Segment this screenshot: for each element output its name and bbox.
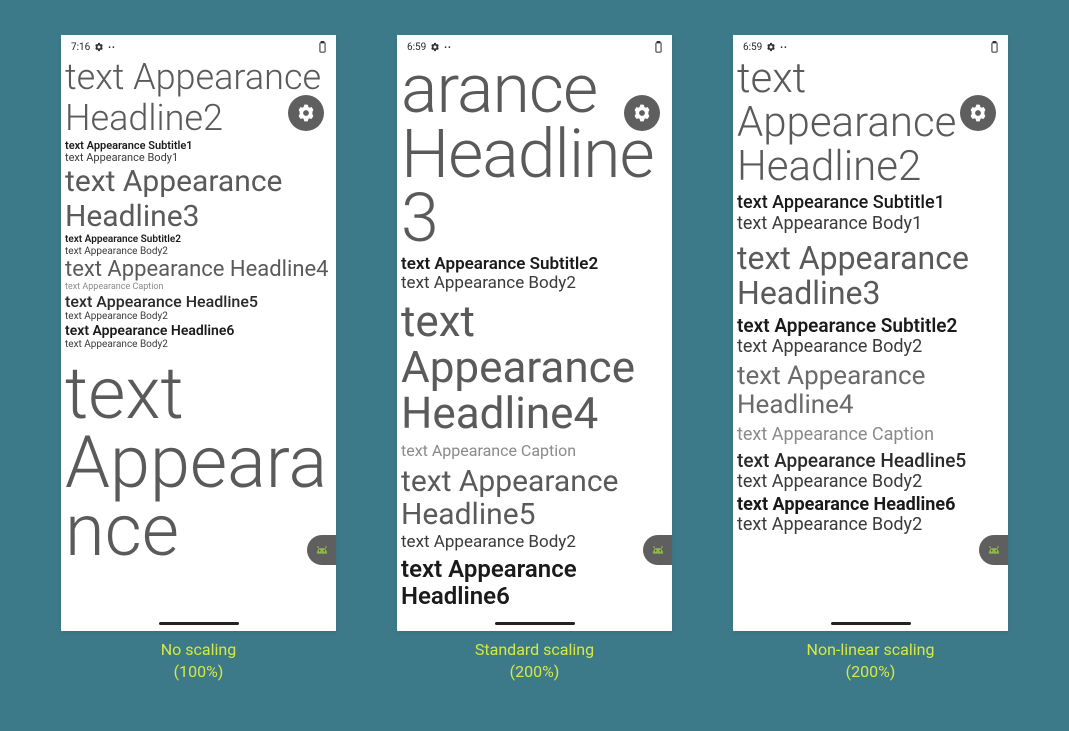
nav-handle[interactable] <box>831 622 911 625</box>
status-bar: 7:16 •• <box>61 35 336 55</box>
text-body2: text Appearance Body2 <box>65 246 332 258</box>
text-headline6: text Appearance Headline6 <box>401 556 668 609</box>
text-headline4: text Appearance Headline4 <box>737 362 1004 422</box>
android-icon <box>313 543 331 557</box>
screen-caption: Non-linear scaling (200%) <box>807 639 935 684</box>
text-headline5: text Appearance Headline5 <box>737 450 1004 472</box>
android-icon <box>985 543 1003 557</box>
caption-line2: (200%) <box>475 661 594 683</box>
settings-fab[interactable] <box>624 95 660 131</box>
battery-icon <box>655 41 662 53</box>
content-area: text Appearance Headline2 text Appearanc… <box>61 55 336 567</box>
screen-caption: Standard scaling (200%) <box>475 639 594 684</box>
gear-icon <box>968 103 988 123</box>
text-body2: text Appearance Body2 <box>401 274 668 294</box>
phone-screen: 6:59 •• arance Headline3 text Appearance… <box>397 35 672 631</box>
gear-icon <box>94 42 104 52</box>
more-icon: •• <box>780 43 787 52</box>
text-subtitle2: text Appearance Subtitle2 <box>737 315 1004 337</box>
caption-line1: Non-linear scaling <box>807 639 935 661</box>
battery-icon <box>319 41 326 53</box>
status-right <box>991 41 998 53</box>
text-subtitle2: text Appearance Subtitle2 <box>401 255 668 275</box>
text-headline4: text Appearance Headline4 <box>65 257 332 282</box>
debug-tab[interactable] <box>643 535 672 565</box>
text-body1: text Appearance Body1 <box>737 214 1004 235</box>
android-icon <box>649 543 667 557</box>
status-right <box>319 41 326 53</box>
text-headline6: text Appearance Headline6 <box>65 323 332 339</box>
battery-icon <box>991 41 998 53</box>
text-body2: text Appearance Body2 <box>737 472 1004 493</box>
screen-nonlinear-scaling: 6:59 •• text Appearance Headline2 text A… <box>733 35 1008 684</box>
text-headline3: arance Headline3 <box>401 57 668 251</box>
gear-icon <box>296 103 316 123</box>
caption-line2: (100%) <box>161 661 236 683</box>
text-body2: text Appearance Body2 <box>401 533 668 553</box>
content-area: arance Headline3 text Appearance Subtitl… <box>397 55 672 611</box>
screen-standard-scaling: 6:59 •• arance Headline3 text Appearance… <box>397 35 672 684</box>
screen-no-scaling: 7:16 •• text Appearance Headline2 text A… <box>61 35 336 684</box>
caption-line2: (200%) <box>807 661 935 683</box>
gear-icon <box>766 42 776 52</box>
text-headline2: text Appearance Headline2 <box>65 57 332 140</box>
nav-handle[interactable] <box>495 622 575 625</box>
status-left: 6:59 •• <box>743 42 788 53</box>
status-left: 7:16 •• <box>71 42 116 53</box>
text-headline5: text Appearance Headline5 <box>65 293 332 311</box>
status-bar: 6:59 •• <box>733 35 1008 55</box>
phone-screen: 6:59 •• text Appearance Headline2 text A… <box>733 35 1008 631</box>
settings-fab[interactable] <box>288 95 324 131</box>
settings-fab[interactable] <box>960 95 996 131</box>
text-body2: text Appearance Body2 <box>737 337 1004 358</box>
text-subtitle2: text Appearance Subtitle2 <box>65 234 332 246</box>
text-headline5: text Appearance Headline5 <box>401 465 668 531</box>
more-icon: •• <box>108 43 115 52</box>
nav-handle[interactable] <box>159 622 239 625</box>
text-body2: text Appearance Body2 <box>65 311 332 323</box>
text-headline4: text Appearance Headline4 <box>401 298 668 437</box>
text-headline3: text Appearance Headline3 <box>65 165 332 234</box>
text-caption: text Appearance Caption <box>737 425 1004 446</box>
status-time: 7:16 <box>71 42 90 53</box>
status-right <box>655 41 662 53</box>
text-headline1: text Appearance <box>65 360 332 565</box>
text-subtitle1: text Appearance Subtitle1 <box>737 193 1004 214</box>
text-headline6: text Appearance Headline6 <box>737 495 1004 516</box>
debug-tab[interactable] <box>307 535 336 565</box>
status-time: 6:59 <box>743 42 762 53</box>
text-caption: text Appearance Caption <box>401 442 668 460</box>
text-body2: text Appearance Body2 <box>65 339 332 351</box>
screen-caption: No scaling (100%) <box>161 639 236 684</box>
text-body2: text Appearance Body2 <box>737 515 1004 536</box>
text-headline3: text Appearance Headline3 <box>737 241 1004 311</box>
debug-tab[interactable] <box>979 535 1008 565</box>
phone-screen: 7:16 •• text Appearance Headline2 text A… <box>61 35 336 631</box>
gear-icon <box>632 103 652 123</box>
caption-line1: Standard scaling <box>475 639 594 661</box>
caption-line1: No scaling <box>161 639 236 661</box>
